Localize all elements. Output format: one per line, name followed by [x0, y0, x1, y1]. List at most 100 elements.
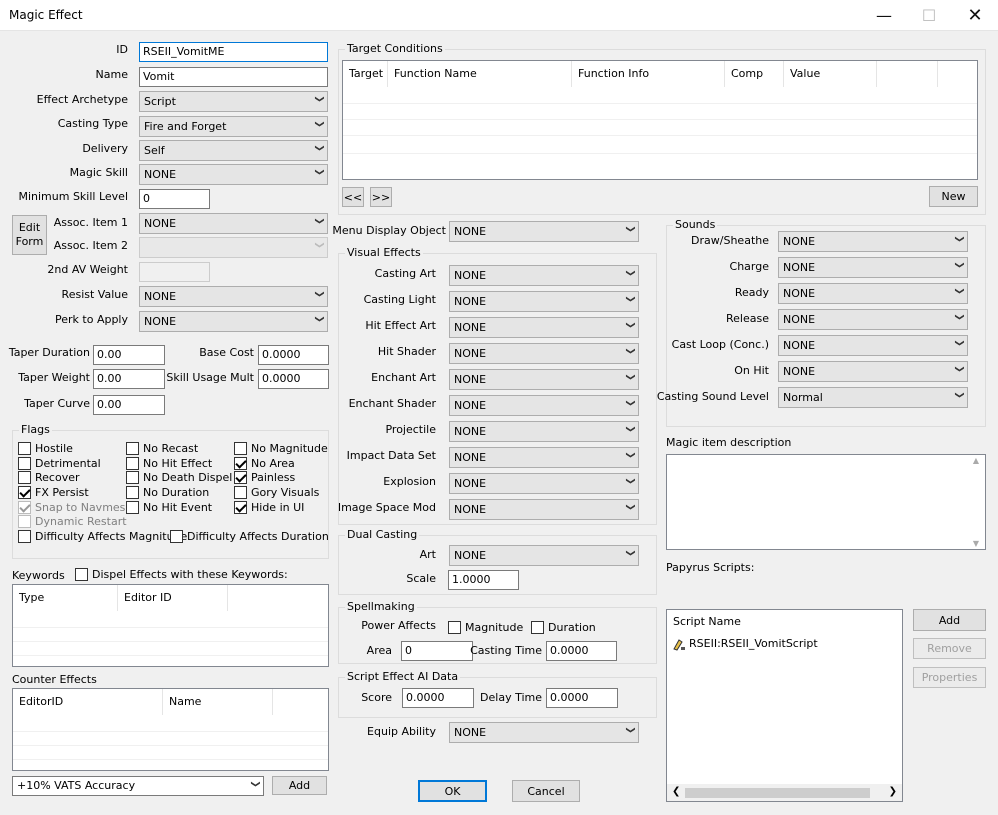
flag-checkbox[interactable]: Hostile [18, 442, 73, 455]
taper-curve-field[interactable]: 0.00 [93, 395, 165, 415]
perk-select[interactable]: NONE ❯ [139, 311, 328, 332]
visual-effect-select[interactable]: NONE ❯ [449, 291, 639, 312]
taper-weight-field[interactable]: 0.00 [93, 369, 165, 389]
sound-select[interactable]: NONE ❯ [778, 361, 968, 382]
taper-duration-field[interactable]: 0.00 [93, 345, 165, 365]
flag-checkbox[interactable]: No Hit Effect [126, 457, 212, 470]
dual-scale-field[interactable]: 1.0000 [448, 570, 519, 590]
column-header[interactable]: Function Name [388, 61, 572, 87]
add-script-button[interactable]: Add [913, 609, 986, 631]
min-skill-field[interactable]: 0 [139, 189, 210, 209]
score-field[interactable]: 0.0000 [402, 688, 474, 708]
flag-checkbox[interactable]: Difficulty Affects Duration [170, 530, 329, 543]
sound-select[interactable]: NONE ❯ [778, 335, 968, 356]
chevron-left-icon[interactable]: ❮ [672, 786, 680, 797]
flag-checkbox[interactable]: Gory Visuals [234, 486, 319, 499]
sound-select[interactable]: NONE ❯ [778, 231, 968, 252]
sound-select[interactable]: NONE ❯ [778, 309, 968, 330]
keywords-list[interactable]: Type Editor ID [12, 584, 329, 667]
base-cost-field[interactable]: 0.0000 [258, 345, 329, 365]
minimize-icon[interactable]: — [861, 0, 907, 31]
av2-field[interactable] [139, 262, 210, 282]
new-condition-button[interactable]: New [929, 186, 978, 207]
column-header[interactable]: Name [163, 689, 273, 715]
counter-add-button[interactable]: Add [272, 776, 327, 795]
sound-select[interactable]: Normal ❯ [778, 387, 968, 408]
visual-effect-select[interactable]: NONE ❯ [449, 499, 639, 520]
chevron-up-icon[interactable]: ▲ [968, 456, 984, 465]
name-field[interactable]: Vomit [139, 67, 328, 87]
visual-effect-select[interactable]: NONE ❯ [449, 343, 639, 364]
flag-checkbox[interactable]: No Magnitude [234, 442, 328, 455]
scrollbar[interactable]: ▲ ▼ [968, 456, 984, 548]
next-button[interactable]: >> [370, 187, 392, 207]
flag-checkbox[interactable]: No Duration [126, 486, 209, 499]
assoc2-select[interactable]: ❯ [139, 237, 328, 258]
magic-skill-select[interactable]: NONE ❯ [139, 164, 328, 185]
counter-effects-list[interactable]: EditorID Name [12, 688, 329, 771]
equip-ability-select[interactable]: NONE ❯ [449, 722, 639, 743]
properties-button[interactable]: Properties [913, 667, 986, 688]
column-header[interactable]: Type [13, 585, 118, 611]
target-conditions-list[interactable]: Target Function Name Function Info Comp … [342, 60, 978, 180]
cancel-button[interactable]: Cancel [512, 780, 580, 802]
close-icon[interactable]: ✕ [952, 0, 998, 31]
visual-effect-select[interactable]: NONE ❯ [449, 395, 639, 416]
visual-effect-select[interactable]: NONE ❯ [449, 421, 639, 442]
column-header[interactable]: Script Name [673, 615, 741, 628]
flag-checkbox[interactable]: No Recast [126, 442, 198, 455]
column-header[interactable]: Function Info [572, 61, 725, 87]
menu-display-select[interactable]: NONE ❯ [449, 221, 639, 242]
flag-checkbox[interactable]: Hide in UI [234, 501, 304, 514]
flag-checkbox[interactable]: No Area [234, 457, 295, 470]
column-header[interactable]: Comp [725, 61, 784, 87]
chevron-down-icon[interactable]: ▼ [968, 539, 984, 548]
maximize-icon[interactable]: ☐ [906, 0, 952, 31]
visual-effect-select[interactable]: NONE ❯ [449, 447, 639, 468]
assoc1-select[interactable]: NONE ❯ [139, 213, 328, 234]
visual-effect-select[interactable]: NONE ❯ [449, 265, 639, 286]
resist-select[interactable]: NONE ❯ [139, 286, 328, 307]
casting-type-select[interactable]: Fire and Forget ❯ [139, 116, 328, 137]
papyrus-scripts-list[interactable]: Script Name RSEII:RSEII_VomitScript ❮ ❯ [666, 609, 903, 802]
delivery-select[interactable]: Self ❯ [139, 140, 328, 161]
flag-checkbox[interactable]: Dynamic Restart [18, 515, 127, 528]
dispel-keywords-checkbox[interactable]: Dispel Effects with these Keywords: [75, 568, 288, 581]
id-field[interactable]: RSEII_VomitME [139, 42, 328, 62]
horizontal-scrollbar[interactable]: ❮ ❯ [667, 784, 902, 801]
flag-checkbox[interactable]: Recover [18, 471, 80, 484]
flag-checkbox[interactable]: Difficulty Affects Magnitude [18, 530, 187, 543]
sound-select[interactable]: NONE ❯ [778, 257, 968, 278]
edit-form-button[interactable]: Edit Form [12, 215, 47, 255]
column-header[interactable]: EditorID [13, 689, 163, 715]
flag-checkbox[interactable]: Painless [234, 471, 295, 484]
column-header[interactable]: Editor ID [118, 585, 228, 611]
archetype-select[interactable]: Script ❯ [139, 91, 328, 112]
flag-checkbox[interactable]: Detrimental [18, 457, 101, 470]
casting-time-field[interactable]: 0.0000 [546, 641, 617, 661]
list-item[interactable]: RSEII:RSEII_VomitScript [673, 637, 818, 651]
column-header[interactable] [877, 61, 938, 87]
flag-checkbox[interactable]: Snap to Navmesh [18, 501, 132, 514]
flag-checkbox[interactable]: No Hit Event [126, 501, 212, 514]
counter-effect-select[interactable]: +10% VATS Accuracy ❯ [12, 776, 264, 796]
duration-checkbox[interactable]: Duration [531, 621, 596, 634]
skill-mult-field[interactable]: 0.0000 [258, 369, 329, 389]
flag-checkbox[interactable]: FX Persist [18, 486, 89, 499]
visual-effect-select[interactable]: NONE ❯ [449, 369, 639, 390]
remove-script-button[interactable]: Remove [913, 638, 986, 659]
scrollbar-thumb[interactable] [685, 788, 870, 798]
column-header[interactable]: Target [343, 61, 388, 87]
ok-button[interactable]: OK [418, 780, 487, 802]
previous-button[interactable]: << [342, 187, 364, 207]
dual-art-select[interactable]: NONE ❯ [449, 545, 639, 566]
chevron-right-icon[interactable]: ❯ [889, 786, 897, 797]
visual-effect-select[interactable]: NONE ❯ [449, 317, 639, 338]
sound-select[interactable]: NONE ❯ [778, 283, 968, 304]
column-header[interactable]: Value [784, 61, 877, 87]
visual-effect-select[interactable]: NONE ❯ [449, 473, 639, 494]
flag-checkbox[interactable]: No Death Dispel [126, 471, 232, 484]
description-field[interactable]: ▲ ▼ [666, 454, 986, 550]
area-field[interactable]: 0 [401, 641, 473, 661]
magnitude-checkbox[interactable]: Magnitude [448, 621, 523, 634]
